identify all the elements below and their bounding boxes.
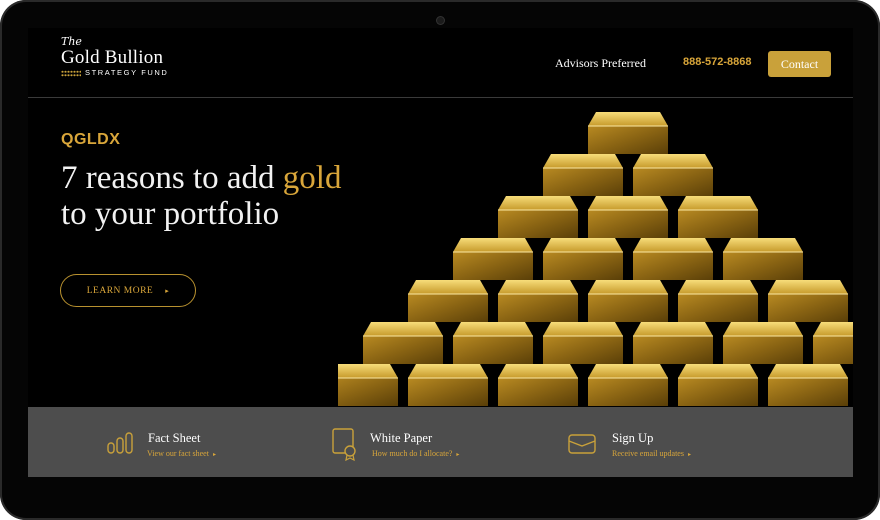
card-link-text: Receive email updates [612, 449, 684, 458]
device-bezel: The Gold Bullion STRATEGY FUND Advisors … [0, 0, 880, 520]
hero-banner: QGLDX 7 reasons to add gold to your port… [28, 98, 853, 407]
card-title: Sign Up [612, 431, 654, 445]
gold-bar [813, 322, 853, 364]
card-link[interactable]: How much do I allocate? ▸ [372, 449, 459, 458]
logo-title: Gold Bullion [61, 47, 164, 68]
gold-bar [588, 364, 668, 406]
gold-bar [543, 238, 623, 280]
chevron-right-icon: ▸ [212, 452, 216, 458]
card-sign-up[interactable]: Sign Up Receive email updates ▸ [567, 407, 767, 477]
gold-bar [678, 364, 758, 406]
gold-bar [768, 364, 848, 406]
contact-button[interactable]: Contact [768, 51, 831, 77]
headline-gold-word: gold [282, 160, 342, 196]
gold-bar [408, 280, 488, 322]
bar-chart-icon [107, 432, 133, 454]
logo-subtitle: STRATEGY FUND [85, 68, 169, 77]
gold-bars-image [338, 112, 853, 406]
logo-dots-icon [61, 69, 81, 77]
chevron-right-icon: ▸ [165, 286, 170, 295]
website-screen: The Gold Bullion STRATEGY FUND Advisors … [28, 28, 853, 477]
card-link[interactable]: View our fact sheet ▸ [147, 449, 216, 458]
gold-bar [768, 280, 848, 322]
gold-bar [633, 154, 713, 196]
envelope-icon [568, 434, 596, 454]
site-logo[interactable]: The Gold Bullion STRATEGY FUND [61, 36, 168, 78]
site-header: The Gold Bullion STRATEGY FUND Advisors … [28, 28, 853, 98]
gold-bar [588, 112, 668, 154]
gold-bar [453, 322, 533, 364]
card-link[interactable]: Receive email updates ▸ [612, 449, 691, 458]
gold-bar [453, 238, 533, 280]
gold-bar [678, 280, 758, 322]
gold-bar [543, 322, 623, 364]
card-title: White Paper [370, 431, 433, 445]
resources-bar: Fact Sheet View our fact sheet ▸ White Pa… [28, 407, 853, 477]
gold-bar [498, 196, 578, 238]
learn-more-button[interactable]: LEARN MORE ▸ [60, 274, 196, 307]
gold-bar [338, 364, 398, 406]
gold-bar [678, 196, 758, 238]
card-white-paper[interactable]: White Paper How much do I allocate? ▸ [330, 407, 530, 477]
card-fact-sheet[interactable]: Fact Sheet View our fact sheet ▸ [106, 407, 306, 477]
gold-bar [723, 322, 803, 364]
headline-part1: 7 reasons to add [61, 160, 283, 196]
chevron-right-icon: ▸ [456, 452, 460, 458]
gold-bar [363, 322, 443, 364]
gold-bar [408, 364, 488, 406]
gold-bar [633, 322, 713, 364]
gold-bar [723, 238, 803, 280]
gold-bar [633, 238, 713, 280]
gold-bar [498, 280, 578, 322]
nav-phone-number[interactable]: 888-572-8868 [683, 56, 752, 68]
learn-more-label: LEARN MORE [86, 285, 154, 296]
card-link-text: View our fact sheet [147, 449, 209, 458]
gold-bar [543, 154, 623, 196]
gold-bar [588, 196, 668, 238]
gold-bar [498, 364, 578, 406]
headline-line2: to your portfolio [61, 196, 280, 232]
fund-ticker: QGLDX [61, 131, 121, 148]
logo-subtitle-row: STRATEGY FUND [61, 68, 168, 78]
certificate-icon [332, 428, 356, 461]
gold-bar [588, 280, 668, 322]
card-title: Fact Sheet [148, 431, 201, 445]
card-link-text: How much do I allocate? [372, 449, 453, 458]
nav-advisors-preferred[interactable]: Advisors Preferred [555, 56, 646, 71]
chevron-right-icon: ▸ [687, 452, 691, 458]
hero-headline: 7 reasons to add gold to your portfolio [61, 160, 341, 232]
camera-icon [437, 17, 444, 24]
